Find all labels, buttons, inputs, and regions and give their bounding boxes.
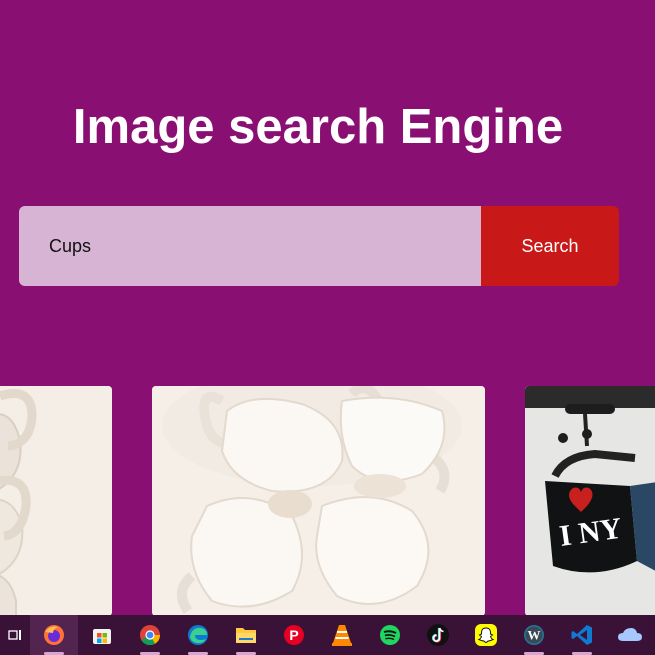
svg-text:P: P xyxy=(289,627,298,643)
microsoft-store-icon[interactable] xyxy=(78,615,126,655)
firefox-icon[interactable] xyxy=(30,615,78,655)
page-title: Image search Engine xyxy=(72,100,564,154)
page: Image search Engine Search xyxy=(0,0,655,655)
taskbar: P W xyxy=(0,615,655,655)
task-view-icon[interactable] xyxy=(0,615,30,655)
chrome-icon[interactable] xyxy=(126,615,174,655)
image-card-cups-stack[interactable] xyxy=(0,386,112,616)
vlc-icon[interactable] xyxy=(318,615,366,655)
ny-mug-image: I NY xyxy=(525,386,655,616)
svg-text:W: W xyxy=(528,628,541,643)
cups-stack-image xyxy=(0,386,112,616)
search-form: Search xyxy=(19,206,619,286)
edge-icon[interactable] xyxy=(174,615,222,655)
snapchat-icon[interactable] xyxy=(462,615,510,655)
file-explorer-icon[interactable] xyxy=(222,615,270,655)
image-card-ny-mug[interactable]: I NY xyxy=(525,386,655,616)
ceramic-cups-image xyxy=(152,386,485,616)
spotify-icon[interactable] xyxy=(366,615,414,655)
vscode-icon[interactable] xyxy=(558,615,606,655)
tiktok-icon[interactable] xyxy=(414,615,462,655)
search-input[interactable] xyxy=(19,206,481,286)
onedrive-icon[interactable] xyxy=(606,615,654,655)
wordpress-icon[interactable]: W xyxy=(510,615,558,655)
pinterest-icon[interactable]: P xyxy=(270,615,318,655)
search-button[interactable]: Search xyxy=(481,206,619,286)
image-card-ceramic-cups[interactable] xyxy=(152,386,485,616)
image-gallery: I NY xyxy=(0,386,655,616)
